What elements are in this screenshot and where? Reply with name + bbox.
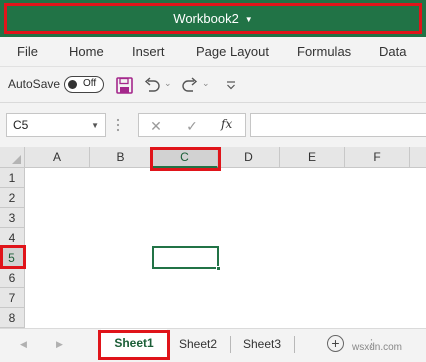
row-highlight-box xyxy=(0,245,26,269)
worksheet-grid[interactable]: A B C D E F 1 2 3 4 5 6 7 8 xyxy=(0,147,426,328)
row-header[interactable]: 7 xyxy=(0,288,25,308)
customize-toolbar-icon[interactable] xyxy=(221,75,241,95)
column-header[interactable]: B xyxy=(90,147,152,168)
sheet-tab-sheet3[interactable]: Sheet3 xyxy=(234,329,290,359)
toggle-knob xyxy=(68,80,77,89)
redo-dropdown-icon[interactable]: ⌄ xyxy=(202,78,210,89)
sheet-tab-highlight-box xyxy=(98,330,170,360)
autosave-toggle[interactable]: Off xyxy=(64,76,104,93)
enter-icon[interactable]: ✓ xyxy=(181,116,203,136)
row-header[interactable]: 6 xyxy=(0,268,25,288)
tab-formulas[interactable]: Formulas xyxy=(297,37,351,67)
title-bar: Workbook2 ▼ xyxy=(0,0,426,37)
insert-function-button[interactable]: fx xyxy=(221,117,232,131)
tab-page-layout[interactable]: Page Layout xyxy=(196,37,269,67)
redo-icon[interactable] xyxy=(180,75,200,95)
watermark: wsxdn.com xyxy=(352,342,403,353)
sheet-tab-sheet2[interactable]: Sheet2 xyxy=(170,329,226,359)
column-header[interactable]: F xyxy=(345,147,410,168)
fill-handle[interactable] xyxy=(216,266,221,271)
tab-file[interactable]: File xyxy=(17,37,38,67)
cancel-icon[interactable]: ✕ xyxy=(145,116,167,136)
select-all-icon xyxy=(12,155,21,164)
ribbon-tabs: File Home Insert Page Layout Formulas Da… xyxy=(0,37,426,67)
row-header[interactable]: 8 xyxy=(0,308,25,328)
row-header[interactable]: 2 xyxy=(0,188,25,208)
tab-insert[interactable]: Insert xyxy=(132,37,165,67)
autosave-label: AutoSave xyxy=(8,77,61,91)
next-sheet-icon[interactable]: ▶ xyxy=(56,339,63,350)
autosave-state: Off xyxy=(83,78,97,89)
title-highlight-box xyxy=(4,3,422,34)
name-box-dropdown-icon[interactable]: ▼ xyxy=(91,121,99,130)
tab-divider xyxy=(294,336,295,353)
column-header[interactable]: D xyxy=(218,147,280,168)
column-header[interactable]: A xyxy=(25,147,90,168)
active-cell[interactable] xyxy=(152,246,221,271)
name-box-value: C5 xyxy=(13,118,29,132)
column-highlight-box xyxy=(150,147,221,171)
formula-bar-resize-handle[interactable] xyxy=(114,116,122,134)
save-icon[interactable] xyxy=(114,75,134,95)
select-all-button[interactable] xyxy=(0,147,25,168)
undo-dropdown-icon[interactable]: ⌄ xyxy=(164,78,172,89)
quick-access-toolbar: AutoSave Off ⌄ ⌄ xyxy=(0,67,426,103)
formula-actions: ✕ ✓ fx xyxy=(138,113,246,137)
row-header[interactable]: 3 xyxy=(0,208,25,228)
column-header[interactable] xyxy=(410,147,426,168)
formula-input[interactable] xyxy=(250,113,426,137)
tab-divider xyxy=(230,336,231,353)
formula-bar: C5 ▼ ✕ ✓ fx xyxy=(0,103,426,147)
column-header[interactable]: E xyxy=(280,147,345,168)
tab-data[interactable]: Data xyxy=(379,37,406,67)
row-header[interactable]: 1 xyxy=(0,168,25,188)
undo-icon[interactable] xyxy=(142,75,162,95)
previous-sheet-icon[interactable]: ◀ xyxy=(20,339,27,350)
add-sheet-icon[interactable]: + xyxy=(327,335,344,352)
name-box[interactable]: C5 ▼ xyxy=(6,113,106,137)
tab-home[interactable]: Home xyxy=(69,37,104,67)
